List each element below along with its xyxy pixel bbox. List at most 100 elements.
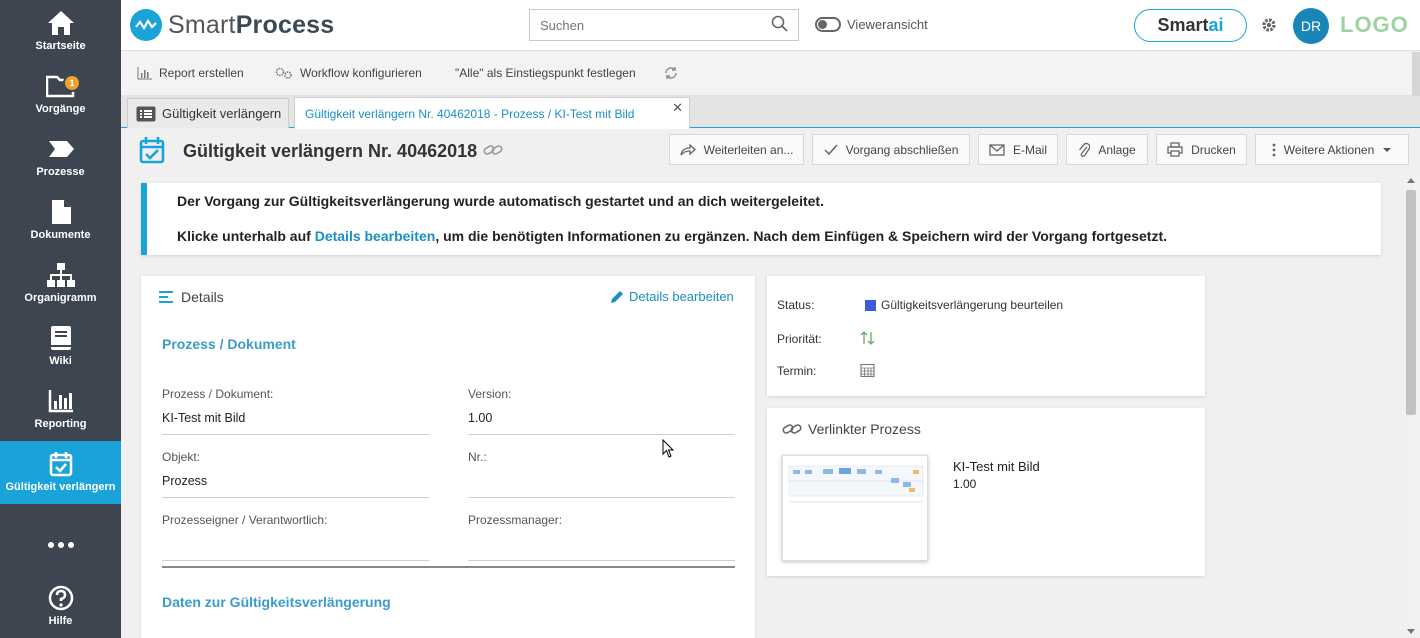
- status-value: Gültigkeitsverlängerung beurteilen: [865, 298, 1063, 312]
- field-label-manager: Prozessmanager:: [468, 513, 563, 527]
- search-input[interactable]: [529, 9, 799, 41]
- status-color-square: [865, 299, 876, 311]
- top-bar: SmartProcess Vieweransicht Smartai DR LO…: [121, 0, 1420, 51]
- sidebar-item-label: Wiki: [49, 355, 72, 367]
- linked-process-version: 1.00: [953, 477, 977, 491]
- scroll-up-arrow[interactable]: [1407, 178, 1415, 183]
- refresh-icon[interactable]: [664, 66, 678, 80]
- page-header: Gültigkeit verlängern Nr. 40462018 Weite…: [121, 129, 1420, 174]
- viewer-label: Vieweransicht: [847, 17, 928, 32]
- linked-process-card: Verlinkter Prozess KI-Test mit Bild 1.00: [767, 408, 1205, 576]
- calendar-icon[interactable]: [860, 363, 875, 377]
- brand-name: SmartProcess: [168, 10, 335, 39]
- link-icon: [782, 424, 802, 434]
- printer-icon: [1167, 142, 1183, 157]
- sidebar-item-gueltigkeit-verlaengern[interactable]: Gültigkeit verlängern: [0, 441, 121, 504]
- complete-process-button[interactable]: Vorgang abschließen: [812, 134, 970, 165]
- sidebar-item-label: Gültigkeit verlängern: [5, 481, 116, 493]
- field-label-version: Version:: [468, 387, 512, 401]
- check-icon: [824, 144, 838, 155]
- workflow-button[interactable]: Workflow konfigurieren: [274, 66, 422, 80]
- sidebar-item-startseite[interactable]: Startseite: [0, 0, 121, 63]
- caret-down-icon: [1383, 147, 1392, 152]
- sidebar-item-label: Hilfe: [48, 615, 73, 627]
- list-icon: [136, 106, 156, 121]
- sidebar-item-label: Reporting: [34, 418, 87, 430]
- calendar-check-icon: [46, 449, 76, 479]
- report-button[interactable]: Report erstellen: [137, 66, 244, 80]
- details-heading: Details: [159, 289, 224, 305]
- entry-point-button[interactable]: "Alle" als Einstiegspunkt festlegen: [455, 66, 636, 80]
- date-label: Termin:: [777, 364, 817, 378]
- home-icon: [46, 8, 76, 38]
- status-card: Status: Gültigkeitsverlängerung beurteil…: [767, 276, 1205, 396]
- sidebar-item-label: Prozesse: [36, 166, 85, 178]
- field-value-object: Prozess: [162, 474, 208, 488]
- scrollbar-thumb[interactable]: [1406, 190, 1416, 415]
- sidebar-item-reporting[interactable]: Reporting: [0, 378, 121, 441]
- tab-gueltigkeit-verlaengern[interactable]: Gültigkeit verlängern: [127, 98, 289, 128]
- smartai-button[interactable]: Smart ai: [1134, 9, 1247, 42]
- sidebar-item-dokumente[interactable]: Dokumente: [0, 189, 121, 252]
- paperclip-icon: [1079, 142, 1091, 157]
- tab-process-detail[interactable]: Gültigkeit verlängern Nr. 40462018 - Pro…: [294, 97, 690, 129]
- sidebar-item-hilfe[interactable]: Hilfe: [0, 575, 121, 638]
- report-icon: [137, 67, 152, 80]
- banner-edit-details-link[interactable]: Details bearbeiten: [315, 228, 436, 244]
- banner-line-2: Klicke unterhalb auf Details bearbeiten,…: [177, 228, 1168, 244]
- pencil-icon: [611, 290, 623, 303]
- gears-icon: [275, 67, 292, 79]
- forward-icon: [679, 143, 696, 155]
- search-icon[interactable]: [771, 15, 789, 36]
- print-button[interactable]: Drucken: [1156, 134, 1247, 165]
- section-title-process: Prozess / Dokument: [162, 336, 296, 352]
- page-title: Gültigkeit verlängern Nr. 40462018: [183, 141, 478, 161]
- process-thumbnail[interactable]: [782, 455, 928, 561]
- close-tab-icon[interactable]: ✕: [672, 100, 683, 116]
- gear-icon[interactable]: [1260, 16, 1278, 37]
- email-button[interactable]: E-Mail: [978, 134, 1058, 165]
- envelope-icon: [989, 143, 1005, 156]
- scroll-down-arrow[interactable]: [1407, 629, 1415, 634]
- more-icon: [46, 530, 76, 560]
- details-list-icon: [159, 291, 173, 303]
- sidebar-item-prozesse[interactable]: Prozesse: [0, 126, 121, 189]
- field-value-process: KI-Test mit Bild: [162, 411, 246, 425]
- field-label-process: Prozess / Dokument:: [162, 387, 274, 401]
- viewer-toggle[interactable]: [815, 17, 841, 32]
- field-label-nr: Nr.:: [468, 450, 487, 464]
- book-icon: [46, 323, 76, 353]
- sidebar: Startseite Vorgänge 1 Prozesse Dokumente…: [0, 0, 121, 638]
- user-avatar[interactable]: DR: [1293, 8, 1329, 44]
- section-divider: [162, 566, 735, 568]
- company-logo: LOGO: [1340, 12, 1409, 37]
- attachment-button[interactable]: Anlage: [1066, 134, 1148, 165]
- edit-details-button[interactable]: Details bearbeiten: [610, 289, 734, 304]
- process-icon: [46, 134, 76, 164]
- linked-process-heading: Verlinkter Prozess: [782, 421, 921, 437]
- org-chart-icon: [46, 260, 76, 290]
- sidebar-item-label: Startseite: [35, 40, 86, 52]
- section-title-validity: Daten zur Gültigkeitsverlängerung: [162, 594, 391, 610]
- sidebar-item-label: Dokumente: [30, 229, 91, 241]
- info-banner: Der Vorgang zur Gültigkeitsverlängerung …: [141, 183, 1381, 255]
- sidebar-item-vorgaenge[interactable]: Vorgänge: [0, 63, 121, 126]
- top-scrollbar[interactable]: [1412, 52, 1420, 96]
- help-icon: [46, 583, 76, 613]
- field-value-version: 1.00: [468, 411, 493, 425]
- brand-logo[interactable]: SmartProcess: [130, 9, 334, 41]
- priority-label: Priorität:: [777, 332, 822, 346]
- forward-button[interactable]: Weiterleiten an...: [669, 134, 804, 165]
- linked-process-name[interactable]: KI-Test mit Bild: [953, 459, 1040, 474]
- link-icon[interactable]: [483, 142, 503, 161]
- priority-arrows-icon[interactable]: [860, 330, 876, 346]
- sidebar-item-wiki[interactable]: Wiki: [0, 315, 121, 378]
- status-label: Status:: [777, 298, 815, 312]
- vertical-scrollbar[interactable]: [1403, 174, 1420, 638]
- toolbar: Report erstellen Workflow konfigurieren …: [121, 52, 1420, 96]
- banner-line-1: Der Vorgang zur Gültigkeitsverlängerung …: [177, 193, 824, 209]
- mouse-cursor-icon: [662, 438, 676, 462]
- sidebar-item-organigramm[interactable]: Organigramm: [0, 252, 121, 315]
- notification-badge: 1: [63, 74, 81, 92]
- more-actions-button[interactable]: Weitere Aktionen: [1255, 134, 1409, 165]
